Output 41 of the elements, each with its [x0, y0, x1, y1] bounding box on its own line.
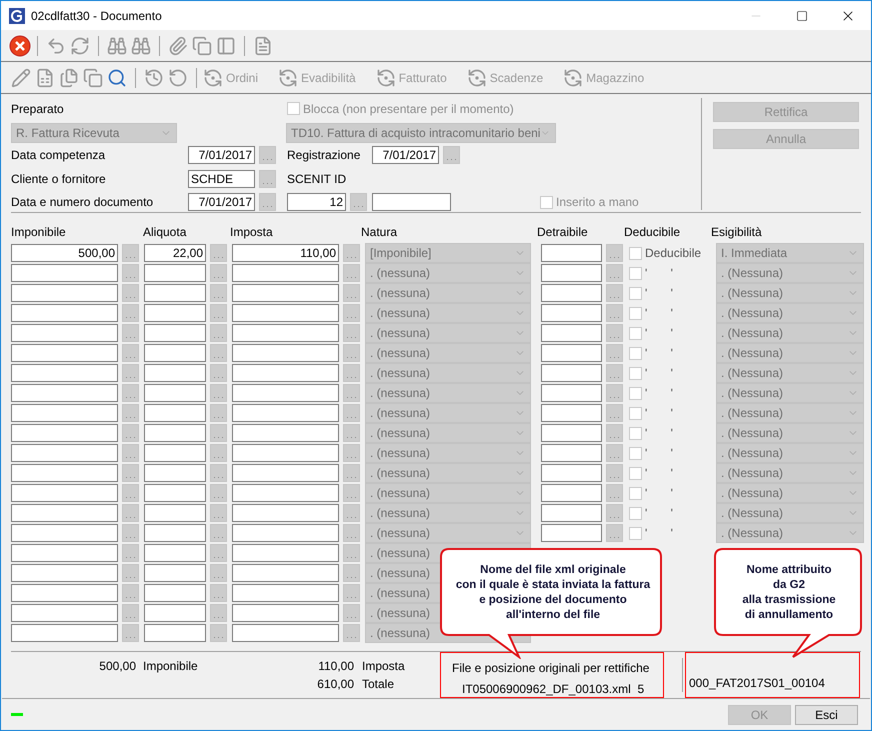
callout-tooltip: Nome attribuito da G2 alla trasmissione di annullamento [713, 547, 865, 659]
original-file-label: File e posizione originali per rettifiche [452, 660, 650, 677]
field-label: SCENIT ID [287, 170, 346, 188]
annulment-name: 000_FAT2017S01_00104 [689, 675, 825, 692]
checkbox-label: ' ' [645, 445, 673, 462]
window-title: 02cdlfatt30 - Documento [31, 8, 162, 24]
field-label: Data competenza [11, 147, 106, 164]
checkbox-label: ' ' [645, 465, 673, 482]
total-label: Imposta [362, 658, 405, 675]
field-label: Registrazione [287, 147, 362, 164]
checkbox-label: ' ' [645, 305, 673, 322]
checkbox-label: ' ' [645, 505, 673, 522]
total-label: Imponibile [143, 658, 199, 675]
checkbox-label: ' ' [645, 385, 673, 402]
column-header: Imposta [230, 224, 274, 241]
column-header: Esigibilità [711, 224, 763, 241]
total-amount: 610,00 [316, 676, 354, 693]
column-header: Natura [361, 224, 398, 241]
checkbox-label: ' ' [645, 405, 673, 422]
original-file-value: IT05006900962_DF_00103.xml 5 [462, 681, 646, 698]
checkbox-label: ' ' [645, 265, 673, 282]
checkbox-label: ' ' [645, 485, 673, 502]
checkbox-label: ' ' [645, 425, 673, 442]
total-amount: 110,00 [317, 658, 354, 675]
checkbox-label: Inserito a mano [556, 194, 639, 212]
checkbox-label: Deducibile [645, 245, 702, 262]
checkbox-label: ' ' [645, 345, 673, 362]
column-header: Detraibile [537, 224, 589, 241]
field-label: Data e numero documento [11, 194, 154, 212]
checkbox-label: ' ' [645, 325, 673, 342]
field-label: Preparato [11, 100, 65, 118]
total-label: Totale [362, 676, 394, 693]
checkbox-label: ' ' [645, 285, 673, 302]
field-label: Cliente o fornitore [11, 170, 107, 188]
checkbox-label: ' ' [645, 365, 673, 382]
column-header: Imponibile [11, 224, 67, 241]
checkbox-label: ' ' [645, 525, 673, 542]
checkbox-label: Blocca (non presentare per il momento) [303, 100, 514, 118]
column-header: Aliquota [143, 224, 188, 241]
total-amount: 500,00 [98, 658, 136, 675]
column-header: Deducibile [624, 224, 682, 241]
